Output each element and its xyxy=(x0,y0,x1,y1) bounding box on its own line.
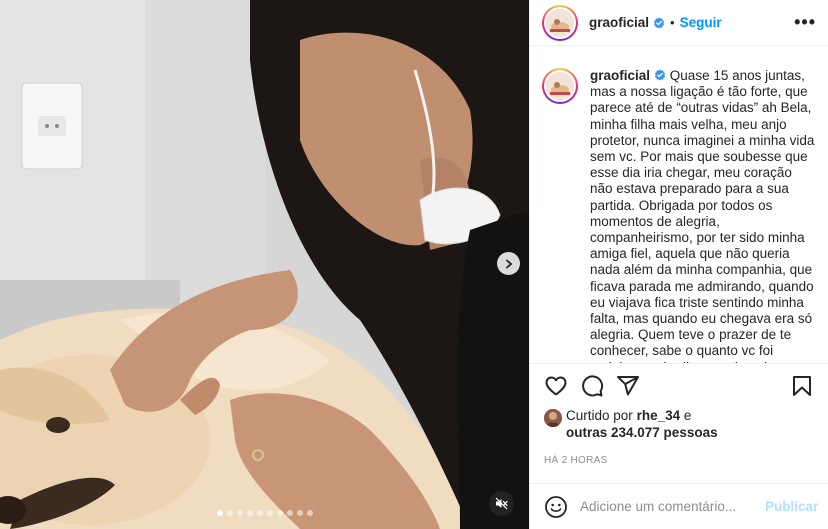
author-username[interactable]: graoficial xyxy=(589,15,649,30)
carousel-dot xyxy=(236,510,243,516)
verified-badge-icon xyxy=(653,17,665,29)
likes-connector: e xyxy=(683,408,692,423)
caption-text: Quase 15 anos juntas, mas a nossa ligaçã… xyxy=(590,68,815,363)
carousel-dot xyxy=(296,510,303,516)
verified-badge-icon xyxy=(654,69,666,81)
liker-avatar[interactable] xyxy=(544,409,562,427)
share-icon[interactable] xyxy=(616,374,640,398)
more-options-icon[interactable]: ••• xyxy=(794,12,816,33)
carousel-dot xyxy=(246,510,253,516)
bookmark-icon[interactable] xyxy=(790,374,814,398)
post-video-frame xyxy=(0,0,529,529)
caption-username[interactable]: graoficial xyxy=(590,68,650,83)
carousel-dot xyxy=(266,510,273,516)
carousel-dot xyxy=(286,510,293,516)
avatar-image xyxy=(546,72,574,100)
post-actions xyxy=(530,363,828,407)
comment-bar: Publicar xyxy=(530,483,828,529)
header-separator: • xyxy=(670,15,675,30)
post-header: graoficial • Seguir ••• xyxy=(530,0,828,46)
emoji-icon[interactable] xyxy=(544,495,568,519)
next-slide-button[interactable] xyxy=(497,252,520,275)
likes-prefix: Curtido por xyxy=(566,408,633,423)
liker-username[interactable]: rhe_34 xyxy=(637,408,681,423)
likes-summary: Curtido por rhe_34 e outras 234.077 pess… xyxy=(530,407,828,455)
heart-icon[interactable] xyxy=(544,374,568,398)
caption-author-avatar[interactable] xyxy=(542,68,578,104)
caption-section: graoficial Quase 15 anos juntas, mas a n… xyxy=(530,46,828,363)
publish-button[interactable]: Publicar xyxy=(765,499,818,514)
carousel-dot xyxy=(276,510,283,516)
likes-text: Curtido por rhe_34 e outras 234.077 pess… xyxy=(566,407,718,441)
carousel-dot xyxy=(306,510,313,516)
post-media[interactable] xyxy=(0,0,529,529)
carousel-dot xyxy=(226,510,233,516)
author-avatar[interactable] xyxy=(542,4,578,41)
post-timestamp[interactable]: HÁ 2 HORAS xyxy=(530,455,828,483)
follow-button[interactable]: Seguir xyxy=(680,15,722,30)
post-caption: graoficial Quase 15 anos juntas, mas a n… xyxy=(590,68,816,363)
carousel-dot xyxy=(256,510,263,516)
instagram-post: graoficial • Seguir ••• graoficial Quase… xyxy=(0,0,828,529)
comment-icon[interactable] xyxy=(580,374,604,398)
comment-input[interactable] xyxy=(580,499,757,514)
avatar-image xyxy=(546,8,574,37)
chevron-right-icon xyxy=(505,259,512,268)
likes-count[interactable]: outras 234.077 pessoas xyxy=(566,425,718,440)
speaker-muted-icon xyxy=(495,497,508,510)
carousel-indicator xyxy=(0,510,529,516)
carousel-dot xyxy=(216,510,223,516)
post-side-panel: graoficial • Seguir ••• graoficial Quase… xyxy=(529,0,828,529)
